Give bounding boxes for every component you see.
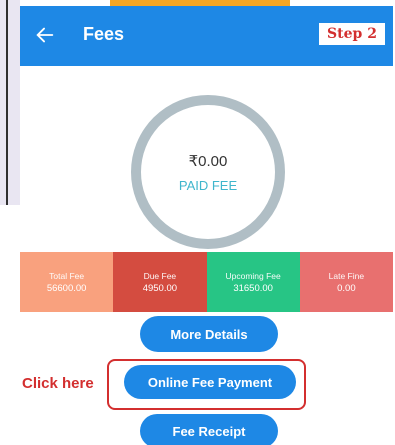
app-bar: Fees Step 2 <box>20 6 393 66</box>
tile-value: 56600.00 <box>46 282 87 294</box>
paid-fee-label: PAID FEE <box>178 177 238 193</box>
fee-summary: Total Fee 56600.00 Due Fee 4950.00 Upcom… <box>20 252 393 312</box>
tile-label: Total Fee <box>49 270 85 281</box>
tile-total-fee: Total Fee 56600.00 <box>20 252 114 312</box>
tile-label: Upcoming Fee <box>225 270 281 281</box>
more-details-button[interactable]: More Details <box>140 316 278 352</box>
page-title: Fees <box>83 24 125 44</box>
left-decoration <box>0 0 20 205</box>
tile-label: Late Fine <box>328 270 365 281</box>
left-divider <box>6 0 8 205</box>
tile-upcoming-fee: Upcoming Fee 31650.00 <box>206 252 300 312</box>
tile-value: 0.00 <box>337 282 356 294</box>
arrow-left-icon[interactable] <box>34 24 56 46</box>
tile-late-fine: Late Fine 0.00 <box>299 252 393 312</box>
tile-value: 31650.00 <box>233 282 273 294</box>
tile-label: Due Fee <box>143 270 177 281</box>
step-badge: Step 2 <box>319 23 385 45</box>
online-fee-payment-button[interactable]: Online Fee Payment <box>124 365 296 399</box>
fee-receipt-button[interactable]: Fee Receipt <box>140 414 278 445</box>
tile-value: 4950.00 <box>142 282 178 294</box>
tile-due-fee: Due Fee 4950.00 <box>113 252 207 312</box>
paid-amount: ₹0.00 <box>188 152 228 170</box>
click-here-annotation: Click here <box>22 375 94 392</box>
paid-fee-ring: ₹0.00 PAID FEE <box>131 95 285 249</box>
